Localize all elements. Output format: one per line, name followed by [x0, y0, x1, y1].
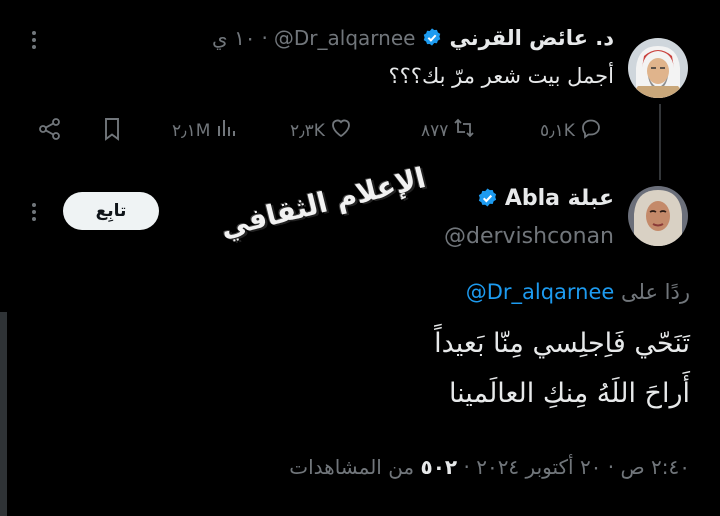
poem-line-1: تَنَحّي فَاِجلِسي مِنّا بَعيداً: [434, 328, 690, 359]
reply-prefix: ردًا على: [621, 280, 690, 304]
tweet-1-separator: ·: [261, 26, 268, 50]
scroll-edge: [0, 312, 7, 516]
poem-line-2: أَراحَ اللَهُ مِنكِ العالَمينا: [448, 378, 690, 409]
share-icon[interactable]: [37, 116, 63, 146]
views-count: ٢٫١M: [172, 120, 211, 141]
bookmark-icon[interactable]: [100, 116, 124, 146]
verified-badge-icon: [421, 27, 443, 49]
tweet-2-header: عبلة Abla: [476, 186, 614, 211]
tweet-2-views-count: ٥٠٢: [420, 455, 458, 479]
avatar-tweet-1[interactable]: [628, 38, 688, 98]
retweet-action[interactable]: ٨٧٧: [421, 116, 476, 145]
watermark-logo: الإعلام الثقافي: [217, 161, 429, 244]
like-count: ٢٫٣K: [290, 120, 325, 141]
verified-badge-icon: [476, 187, 499, 210]
reply-action[interactable]: ٥٫١K: [540, 116, 603, 145]
like-action[interactable]: ٢٫٣K: [290, 116, 353, 145]
tweet-2-views-label: من المشاهدات: [289, 455, 415, 479]
analytics-icon: [214, 116, 238, 145]
tweet-1-author-name[interactable]: د. عائض القرني: [449, 26, 614, 50]
tweet-2-meta: ٢:٤٠ ص · ٢٠ أكتوبر ٢٠٢٤ · ٥٠٢ من المشاهد…: [289, 455, 690, 479]
tweet-2-handle[interactable]: @dervishconan: [444, 224, 614, 249]
follow-button[interactable]: تابِع: [63, 192, 159, 230]
thread-connector: [659, 104, 661, 180]
tweet-1-text: أجمل بيت شعر مرّ بك؟؟؟: [388, 64, 615, 88]
tweet-1-more-icon[interactable]: [24, 28, 44, 52]
tweet-1-time[interactable]: ١٠ ي: [212, 26, 256, 50]
tweet-2-author-name[interactable]: عبلة Abla: [505, 186, 614, 211]
tweet-1-handle[interactable]: @Dr_alqarnee: [274, 26, 416, 50]
retweet-icon: [452, 116, 476, 145]
reply-count: ٥٫١K: [540, 120, 575, 141]
tweet-2-more-icon[interactable]: [24, 200, 44, 224]
tweet-2-timestamp[interactable]: ٢:٤٠ ص · ٢٠ أكتوبر ٢٠٢٤ ·: [463, 455, 690, 479]
avatar-tweet-2[interactable]: [628, 186, 688, 246]
reply-context: ردًا على @Dr_alqarnee: [466, 280, 690, 304]
heart-icon: [329, 116, 353, 145]
retweet-count: ٨٧٧: [421, 120, 449, 141]
reply-to-link[interactable]: @Dr_alqarnee: [466, 280, 615, 304]
views-action[interactable]: ٢٫١M: [172, 116, 238, 145]
tweet-1-header: د. عائض القرني @Dr_alqarnee · ١٠ ي: [212, 26, 614, 50]
reply-icon: [579, 116, 603, 145]
